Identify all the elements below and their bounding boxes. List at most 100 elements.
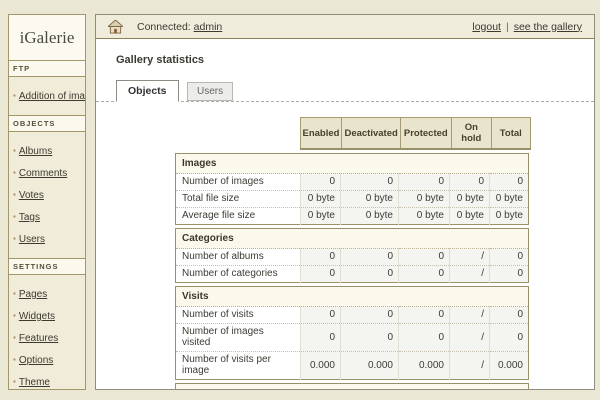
header-blank-cell	[175, 118, 300, 150]
page-title: Gallery statistics	[116, 54, 584, 66]
row-value: 0.000	[490, 352, 529, 380]
row-value: 0	[301, 266, 341, 283]
app-logo: iGalerie	[9, 15, 85, 60]
column-header-deactivated: Deactivated	[342, 118, 400, 150]
stats-row-number-of-images: Number of images00000	[176, 174, 529, 191]
section-title-comments: Comments	[176, 384, 529, 391]
section-title-row-visits: Visits	[176, 287, 529, 307]
sidebar-item-features[interactable]: ▪Features	[12, 326, 82, 348]
section-title-categories: Categories	[176, 229, 529, 249]
sidebar-item-tags[interactable]: ▪Tags	[12, 205, 82, 227]
stats-section-images: ImagesNumber of images00000Total file si…	[175, 153, 529, 225]
row-value: 0	[490, 249, 529, 266]
row-value: 0	[399, 174, 450, 191]
sidebar-item-users[interactable]: ▪Users	[12, 227, 82, 249]
column-header-enabled: Enabled	[300, 118, 342, 150]
row-value: 0 byte	[399, 191, 450, 208]
stats-row-number-of-visits-per-image: Number of visits per image0.0000.0000.00…	[176, 352, 529, 380]
bullet-icon: ▪	[13, 377, 16, 386]
row-value: 0	[301, 249, 341, 266]
sidebar-link-widgets[interactable]: Widgets	[19, 311, 55, 322]
row-value: 0 byte	[450, 191, 490, 208]
row-value: 0	[341, 307, 399, 324]
sidebar-item-options[interactable]: ▪Options	[12, 348, 82, 370]
bullet-icon: ▪	[13, 355, 16, 364]
tab-objects[interactable]: Objects	[116, 80, 179, 102]
bullet-icon: ▪	[13, 91, 16, 100]
row-label-total-file-size: Total file size	[176, 191, 301, 208]
sidebar-section-title-objects: OBJECTS	[9, 115, 85, 132]
stats-tables: EnabledDeactivatedProtectedOn holdTotalI…	[175, 117, 584, 390]
stats-row-total-file-size: Total file size0 byte0 byte0 byte0 byte0…	[176, 191, 529, 208]
bullet-icon: ▪	[13, 234, 16, 243]
connected-user-link[interactable]: admin	[194, 21, 223, 33]
sidebar-section-title-ftp: FTP	[9, 60, 85, 77]
row-label-number-of-visits-per-image: Number of visits per image	[176, 352, 301, 380]
sidebar-section-list-settings: ▪Pages▪Widgets▪Features▪Options▪Theme▪Ma…	[9, 275, 85, 390]
row-value: 0	[490, 324, 529, 352]
section-title-images: Images	[176, 154, 529, 174]
bullet-icon: ▪	[13, 311, 16, 320]
link-separator: |	[506, 21, 509, 33]
sidebar-item-pages[interactable]: ▪Pages	[12, 282, 82, 304]
bullet-icon: ▪	[13, 212, 16, 221]
sidebar-link-tags[interactable]: Tags	[19, 212, 40, 223]
sidebar-item-albums[interactable]: ▪Albums	[12, 139, 82, 161]
row-value: /	[450, 352, 490, 380]
row-value: 0	[399, 324, 450, 352]
stats-section-categories: CategoriesNumber of albums000/0Number of…	[175, 228, 529, 283]
row-value: 0	[301, 324, 341, 352]
sidebar-item-votes[interactable]: ▪Votes	[12, 183, 82, 205]
sidebar-link-votes[interactable]: Votes	[19, 190, 44, 201]
sidebar-link-comments[interactable]: Comments	[19, 168, 67, 179]
row-label-number-of-albums: Number of albums	[176, 249, 301, 266]
stats-row-number-of-visits: Number of visits000/0	[176, 307, 529, 324]
sidebar-item-comments[interactable]: ▪Comments	[12, 161, 82, 183]
row-label-number-of-visits: Number of visits	[176, 307, 301, 324]
stats-section-comments: CommentsNumber of comments00000Number of…	[175, 383, 529, 390]
row-value: 0	[301, 174, 341, 191]
row-value: 0 byte	[450, 208, 490, 225]
content-area: Gallery statistics Objects Users Enabled…	[96, 39, 594, 390]
section-title-visits: Visits	[176, 287, 529, 307]
tab-bar: Objects Users	[96, 80, 594, 102]
tab-users[interactable]: Users	[187, 82, 233, 101]
stats-section-visits: VisitsNumber of visits000/0Number of ima…	[175, 286, 529, 380]
sidebar-link-features[interactable]: Features	[19, 333, 58, 344]
sidebar-link-users[interactable]: Users	[19, 234, 45, 245]
topbar: Connected: admin logout | see the galler…	[96, 15, 594, 39]
row-value: 0.000	[301, 352, 341, 380]
sidebar-link-albums[interactable]: Albums	[19, 146, 52, 157]
section-title-row-images: Images	[176, 154, 529, 174]
row-value: 0 byte	[301, 208, 341, 225]
stats-table-header: EnabledDeactivatedProtectedOn holdTotal	[175, 117, 531, 150]
sidebar-link-theme[interactable]: Theme	[19, 377, 50, 388]
row-value: 0 byte	[301, 191, 341, 208]
bullet-icon: ▪	[13, 146, 16, 155]
sidebar-item-addition-of-images[interactable]: ▪Addition of images	[12, 84, 82, 106]
sidebar-link-options[interactable]: Options	[19, 355, 53, 366]
sidebar: iGalerie FTP▪Addition of imagesOBJECTS▪A…	[8, 14, 86, 390]
row-value: 0 byte	[341, 208, 399, 225]
row-value: 0 byte	[490, 191, 529, 208]
logout-link[interactable]: logout	[472, 21, 501, 33]
row-value: 0.000	[399, 352, 450, 380]
main-panel: Connected: admin logout | see the galler…	[95, 14, 595, 390]
row-value: 0 byte	[490, 208, 529, 225]
sidebar-item-theme[interactable]: ▪Theme	[12, 370, 82, 390]
sidebar-link-addition-of-images[interactable]: Addition of images	[19, 91, 86, 102]
row-value: 0	[490, 174, 529, 191]
sidebar-link-pages[interactable]: Pages	[19, 289, 47, 300]
home-icon[interactable]	[108, 20, 123, 34]
connected-label: Connected:	[137, 21, 191, 33]
section-title-row-categories: Categories	[176, 229, 529, 249]
row-value: /	[450, 266, 490, 283]
stats-row-number-of-albums: Number of albums000/0	[176, 249, 529, 266]
sidebar-section-list-ftp: ▪Addition of images	[9, 77, 85, 115]
row-value: /	[450, 307, 490, 324]
row-label-number-of-images-visited: Number of images visited	[176, 324, 301, 352]
sidebar-item-widgets[interactable]: ▪Widgets	[12, 304, 82, 326]
row-value: 0	[341, 174, 399, 191]
see-gallery-link[interactable]: see the gallery	[514, 21, 582, 33]
row-value: 0.000	[341, 352, 399, 380]
